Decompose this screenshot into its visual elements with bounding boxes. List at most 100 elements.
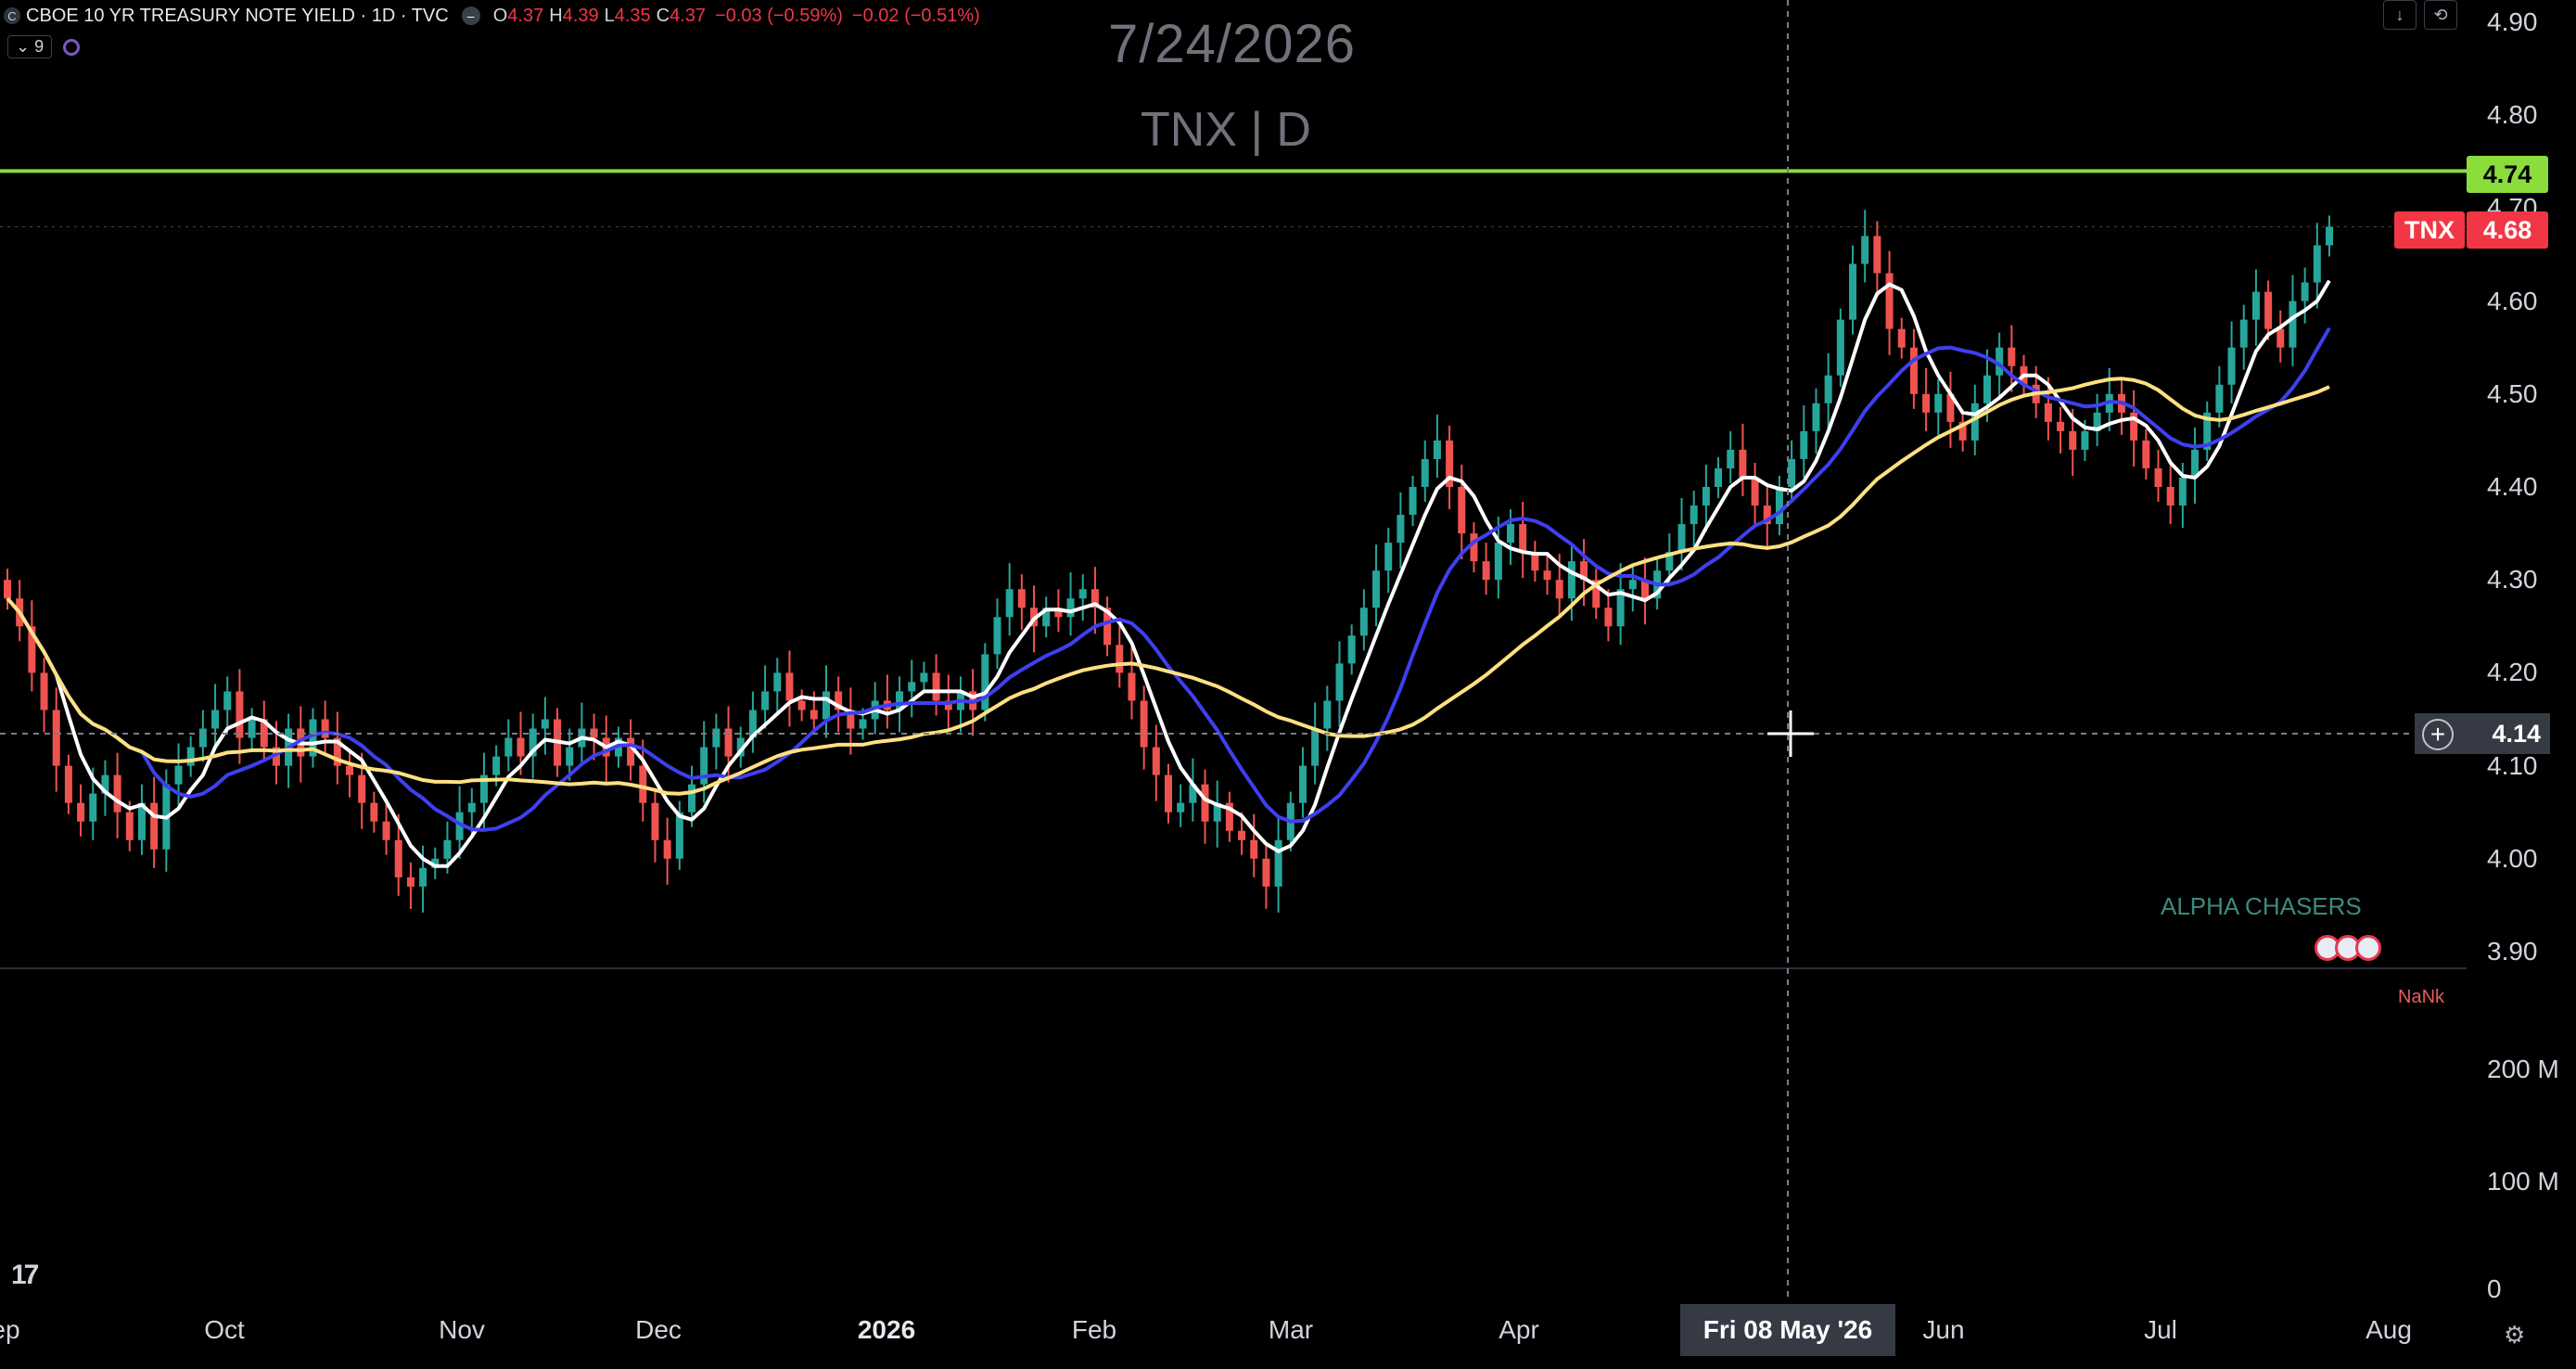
candle-body: [419, 867, 427, 887]
watermark-symbol: TNX | D: [1141, 103, 1311, 157]
candle-body: [1800, 430, 1808, 459]
volume-axis-label: 200 M: [2487, 1055, 2559, 1083]
time-axis-label: Dec: [635, 1315, 682, 1344]
flag-icons[interactable]: [2315, 935, 2381, 961]
candle-body: [1628, 580, 1637, 590]
candle-body: [211, 710, 220, 729]
candle-body: [467, 802, 476, 812]
candle-body: [1262, 858, 1270, 887]
candle-body: [2251, 291, 2260, 320]
candle-body: [113, 774, 121, 812]
candle-body: [1335, 663, 1344, 701]
volume-axis-label: 0: [2487, 1274, 2502, 1303]
symbol-legend[interactable]: C CBOE 10 YR TREASURY NOTE YIELD · 1D · …: [4, 2, 980, 30]
candle-body: [1727, 449, 1735, 468]
candle-body: [1347, 635, 1356, 664]
indicators-toggle[interactable]: ⌄ 9: [7, 35, 53, 58]
candle-body: [1849, 263, 1857, 320]
ohlc-value-h: 4.39: [562, 5, 599, 26]
candle-body: [406, 876, 414, 887]
candle-body: [1934, 393, 1943, 413]
time-axis-label: Jun: [1922, 1315, 1965, 1344]
candle-body: [1751, 477, 1759, 506]
candle-body: [2166, 487, 2174, 506]
candle-body: [64, 765, 72, 803]
candle-body: [1715, 467, 1723, 487]
candle-body: [1836, 319, 1844, 376]
candle-body: [223, 691, 232, 710]
price-axis-label: 3.90: [2487, 937, 2538, 966]
add-alert-plus-icon[interactable]: +: [2422, 719, 2454, 750]
candle-body: [1543, 570, 1551, 581]
candle-body: [1201, 784, 1209, 822]
candle-body: [651, 802, 659, 840]
candle-body: [810, 710, 818, 720]
candle-body: [1409, 487, 1417, 516]
candle-body: [1519, 524, 1527, 553]
candle-body: [2301, 282, 2309, 301]
us-flag-icon: [2355, 935, 2381, 961]
candle-body: [52, 710, 60, 766]
candle-body: [1359, 608, 1368, 636]
candle-body: [1702, 487, 1710, 506]
time-axis-label: Apr: [1498, 1315, 1539, 1344]
price-change-secondary: −0.02 (−0.51%): [851, 5, 980, 26]
price-chart[interactable]: [0, 0, 2576, 1369]
candle-body: [1165, 774, 1172, 812]
candle-body: [1788, 458, 1796, 487]
candle-body: [77, 802, 85, 822]
candle-body: [1066, 598, 1075, 618]
candle-body: [1555, 580, 1563, 599]
price-axis-label: 4.60: [2487, 286, 2538, 315]
time-axis-label: ep: [0, 1315, 20, 1344]
tradingview-logo-icon[interactable]: 17: [11, 1260, 39, 1291]
indicator-loading-icon: [63, 38, 81, 56]
ticker-price-tag: 4.68: [2467, 211, 2548, 249]
candle-body: [761, 691, 770, 710]
time-axis-label: 2026: [857, 1315, 916, 1344]
volume-value-label: NaNk: [2398, 987, 2445, 1007]
candle-body: [346, 765, 354, 775]
candle-body: [1482, 561, 1490, 581]
candle-body: [639, 765, 647, 803]
symbol-logo-icon: C: [4, 7, 20, 24]
candle-body: [1274, 839, 1282, 887]
candle-body: [688, 784, 696, 812]
candle-body: [236, 691, 244, 738]
candle-body: [1885, 273, 1894, 329]
candle-body: [1861, 236, 1869, 264]
candle-body: [2044, 403, 2052, 422]
candle-body: [1873, 236, 1881, 274]
candle-body: [358, 774, 366, 803]
candle-body: [1005, 589, 1014, 618]
candle-body: [2276, 328, 2285, 348]
time-axis-label: Jul: [2144, 1315, 2177, 1344]
candle-body: [2154, 467, 2162, 487]
horizontal-level-line[interactable]: [0, 169, 2467, 227]
time-axis-label: Oct: [204, 1315, 245, 1344]
ohlc-value-o: 4.37: [507, 5, 544, 26]
candle-body: [1078, 589, 1087, 599]
price-axis-label: 4.20: [2487, 658, 2538, 687]
price-axis-label: 4.00: [2487, 843, 2538, 873]
symbol-title[interactable]: CBOE 10 YR TREASURY NOTE YIELD · 1D · TV…: [26, 6, 449, 27]
candle-body: [1909, 347, 1918, 394]
candle-body: [1250, 839, 1258, 859]
level-price-tag: 4.74: [2467, 156, 2548, 193]
gear-icon[interactable]: ⚙: [2504, 1321, 2525, 1350]
ohlc-value-l: 4.35: [614, 5, 651, 26]
candle-body: [993, 617, 1001, 655]
candle-body: [394, 839, 402, 877]
candle-body: [1116, 645, 1124, 673]
candle-body: [2178, 477, 2187, 506]
candle-body: [125, 812, 134, 840]
candle-body: [675, 812, 683, 859]
fullscreen-icon[interactable]: ⟲: [2424, 0, 2457, 30]
visibility-icon[interactable]: –: [461, 6, 480, 25]
candle-body: [2081, 430, 2089, 450]
candle-body: [1922, 393, 1931, 413]
arrow-down-icon[interactable]: ↓: [2383, 0, 2417, 30]
candle-body: [785, 672, 794, 701]
time-axis-label: Nov: [439, 1315, 485, 1344]
candle-body: [773, 672, 782, 692]
